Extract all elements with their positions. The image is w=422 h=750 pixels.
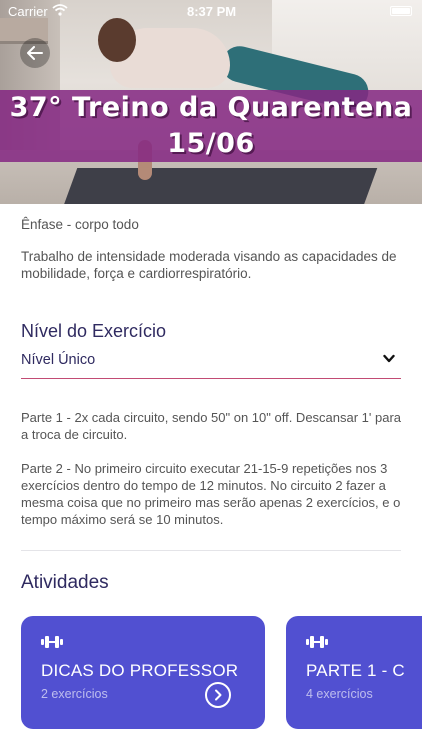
activity-card-title: PARTE 1 - C xyxy=(306,661,405,680)
arrow-left-icon xyxy=(27,46,43,60)
instructions-part1: Parte 1 - 2x cada circuito, sendo 50" on… xyxy=(21,410,402,442)
level-label: Nível do Exercício xyxy=(21,321,167,341)
clock-time: 8:37 PM xyxy=(187,4,237,19)
level-select[interactable]: Nível Único xyxy=(21,345,401,379)
instructions: Parte 1 - 2x cada circuito, sendo 50" on… xyxy=(21,409,405,528)
activity-card[interactable]: DICAS DO PROFESSOR 2 exercícios xyxy=(21,616,265,729)
hero-person-head xyxy=(98,18,136,62)
activity-card-title: DICAS DO PROFESSOR xyxy=(41,661,239,680)
level-select-value: Nível Único xyxy=(21,352,96,368)
battery-fill xyxy=(392,8,410,14)
hero-mat xyxy=(62,168,378,204)
dumbbell-icon xyxy=(41,636,63,648)
open-activity-button[interactable] xyxy=(205,682,231,708)
dumbbell-icon xyxy=(306,636,328,648)
hero-image: 37° Treino da Quarentena 15/06 xyxy=(0,0,422,204)
battery-icon xyxy=(390,6,412,16)
activity-card[interactable]: PARTE 1 - C 4 exercícios xyxy=(286,616,422,729)
carrier-label: Carrier xyxy=(8,4,48,19)
workout-title-line1: 37° Treino da Quarentena xyxy=(9,92,413,123)
back-button[interactable] xyxy=(20,38,50,68)
description-text: Trabalho de intensidade moderada visando… xyxy=(21,249,397,281)
activities-carousel[interactable]: DICAS DO PROFESSOR 2 exercícios PARTE 1 … xyxy=(0,616,422,730)
activities-heading: Atividades xyxy=(21,572,109,593)
chevron-right-icon xyxy=(215,689,222,701)
section-divider xyxy=(21,550,401,551)
chevron-down-icon xyxy=(383,354,395,363)
wifi-icon xyxy=(52,4,68,16)
status-bar: Carrier 8:37 PM xyxy=(0,0,422,22)
workout-title-line2: 15/06 xyxy=(167,128,255,159)
instructions-part2: Parte 2 - No primeiro circuito executar … xyxy=(21,461,401,527)
emphasis-text: Ênfase - corpo todo xyxy=(21,217,139,232)
activity-card-subtitle: 4 exercícios xyxy=(306,687,373,701)
activity-card-subtitle: 2 exercícios xyxy=(41,687,108,701)
workout-title: 37° Treino da Quarentena 15/06 xyxy=(0,90,422,162)
